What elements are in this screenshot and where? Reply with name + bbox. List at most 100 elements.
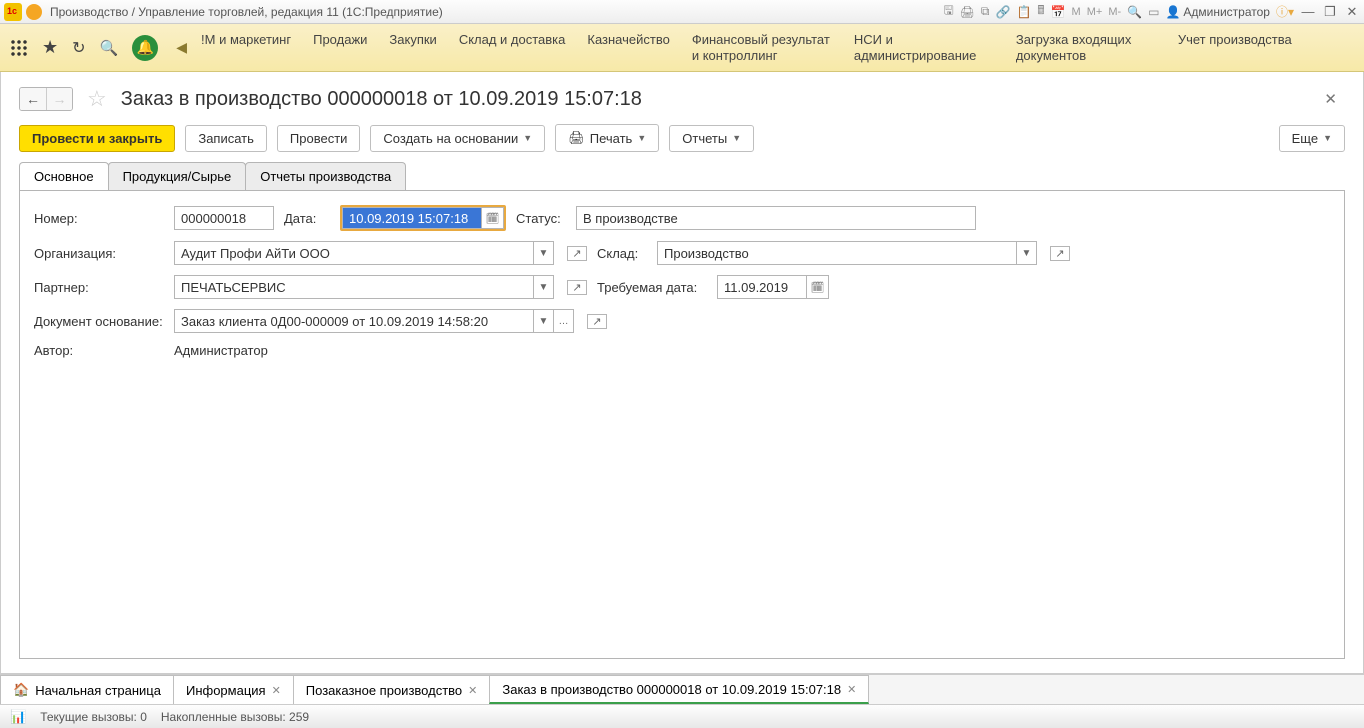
search-icon[interactable]: 🔍 (100, 39, 119, 57)
create-based-button[interactable]: Создать на основании▼ (370, 125, 545, 152)
window-tab-label: Начальная страница (35, 683, 161, 698)
close-tab-icon[interactable]: ✕ (468, 684, 477, 697)
window-tab-info[interactable]: Информация ✕ (173, 675, 294, 704)
menu-sales[interactable]: Продажи (313, 32, 367, 48)
nav-back-button[interactable]: ← (20, 88, 46, 110)
close-window-button[interactable]: ✕ (1344, 4, 1360, 20)
author-value: Администратор (174, 343, 268, 358)
tab-products[interactable]: Продукция/Сырье (108, 162, 247, 190)
reports-button[interactable]: Отчеты▼ (669, 125, 754, 152)
form-tabs: Основное Продукция/Сырье Отчеты производ… (1, 162, 1363, 190)
warehouse-input[interactable] (657, 241, 1017, 265)
calendar-icon[interactable]: 📅 (1051, 5, 1066, 19)
reqdate-calendar-icon[interactable]: 🗓 (807, 275, 829, 299)
nav-buttons: ← → (19, 87, 73, 111)
info-icon[interactable]: ⓘ▾ (1276, 3, 1294, 20)
user-name: Администратор (1183, 5, 1270, 19)
author-label: Автор: (34, 343, 164, 358)
history-icon[interactable]: ↻ (72, 38, 85, 58)
favorites-icon[interactable]: ★ (42, 37, 58, 58)
close-tab-icon[interactable]: ✕ (272, 684, 281, 697)
calendar-picker-icon[interactable]: 🗓 (482, 207, 504, 229)
print-icon[interactable]: 🖨 (960, 5, 975, 19)
partner-open-icon[interactable]: ↗ (567, 280, 587, 295)
menu-crm[interactable]: !М и маркетинг (201, 32, 291, 48)
org-dropdown-icon[interactable]: ▼ (534, 241, 554, 265)
tab-prod-reports[interactable]: Отчеты производства (245, 162, 406, 190)
document-toolbar: Провести и закрыть Записать Провести Соз… (1, 120, 1363, 162)
status-accum-calls: Накопленные вызовы: 259 (161, 710, 309, 724)
menu-treasury[interactable]: Казначейство (587, 32, 669, 48)
partner-input[interactable] (174, 275, 534, 299)
warehouse-label: Склад: (597, 246, 647, 261)
printer-icon: 🖨 (568, 130, 585, 146)
nav-back-icon[interactable] (26, 4, 42, 20)
basis-input[interactable] (174, 309, 534, 333)
reports-label: Отчеты (682, 131, 727, 146)
zoom-icon[interactable]: 🔍 (1127, 5, 1142, 19)
form-panel: Номер: Дата: 🗓 Статус: Организация: ▼ ↗ … (19, 190, 1345, 659)
date-label: Дата: (284, 211, 330, 226)
maximize-button[interactable]: ❐ (1322, 4, 1338, 20)
perf-icon: 📊 (10, 709, 26, 725)
page-title: Заказ в производство 000000018 от 10.09.… (121, 88, 642, 111)
window-tab-home[interactable]: 🏠Начальная страница (0, 675, 174, 704)
link-icon[interactable]: 🔗 (995, 5, 1010, 19)
favorite-toggle-icon[interactable]: ☆ (87, 86, 107, 112)
apps-grid-icon[interactable] (10, 39, 28, 57)
post-button[interactable]: Провести (277, 125, 361, 152)
tab-main[interactable]: Основное (19, 162, 109, 190)
menu-production[interactable]: Учет производства (1178, 32, 1292, 48)
user-indicator[interactable]: 👤 Администратор (1165, 5, 1270, 19)
title-toolbar: 🖫 🖨 ⧉ 🔗 📋 🖩 📅 M M+ M- 🔍 ▭ 👤 Администрато… (943, 1, 1360, 22)
post-and-close-button[interactable]: Провести и закрыть (19, 125, 175, 152)
window-tab-label: Информация (186, 683, 266, 698)
close-tab-icon[interactable]: ✕ (847, 683, 856, 696)
menu-purchases[interactable]: Закупки (389, 32, 436, 48)
org-label: Организация: (34, 246, 164, 261)
window-tab-label: Позаказное производство (306, 683, 462, 698)
reqdate-input[interactable] (717, 275, 807, 299)
org-open-icon[interactable]: ↗ (567, 246, 587, 261)
calc-icon[interactable]: 🖩 (1037, 1, 1044, 22)
save-icon[interactable]: 🖫 (943, 1, 953, 22)
warehouse-dropdown-icon[interactable]: ▼ (1017, 241, 1037, 265)
collapse-menu-icon[interactable]: ◀ (176, 39, 187, 56)
status-current-calls: Текущие вызовы: 0 (40, 710, 147, 724)
minimize-button[interactable]: — (1300, 4, 1316, 19)
m-button[interactable]: M (1072, 6, 1081, 18)
basis-dropdown-icon[interactable]: ▼ (534, 309, 554, 333)
menu-incoming-docs[interactable]: Загрузка входящих документов (1016, 32, 1156, 63)
status-input[interactable] (576, 206, 976, 230)
compare-icon[interactable]: ⧉ (981, 4, 990, 19)
menu-warehouse[interactable]: Склад и доставка (459, 32, 566, 48)
window-tab-production[interactable]: Позаказное производство ✕ (293, 675, 491, 704)
date-field: 🗓 (340, 205, 506, 231)
basis-more-icon[interactable]: … (554, 309, 574, 333)
menu-finresult[interactable]: Финансовый результат и контроллинг (692, 32, 832, 63)
m-minus-button[interactable]: M- (1108, 6, 1121, 18)
partner-label: Партнер: (34, 280, 164, 295)
notifications-icon[interactable]: 🔔 (132, 35, 158, 61)
m-plus-button[interactable]: M+ (1087, 6, 1103, 18)
clipboard-icon[interactable]: 📋 (1016, 5, 1031, 19)
reqdate-label: Требуемая дата: (597, 280, 707, 295)
window-tab-order[interactable]: Заказ в производство 000000018 от 10.09.… (489, 675, 869, 704)
save-button[interactable]: Записать (185, 125, 267, 152)
content-area: ← → ☆ Заказ в производство 000000018 от … (0, 72, 1364, 674)
more-button[interactable]: Еще▼ (1279, 125, 1345, 152)
number-input[interactable] (174, 206, 274, 230)
panels-icon[interactable]: ▭ (1148, 5, 1159, 19)
print-button[interactable]: 🖨Печать▼ (555, 124, 659, 152)
org-input[interactable] (174, 241, 534, 265)
close-page-button[interactable]: ✕ (1324, 90, 1337, 108)
app-1c-icon (4, 3, 22, 21)
partner-dropdown-icon[interactable]: ▼ (534, 275, 554, 299)
date-input[interactable] (342, 207, 482, 229)
nav-forward-button[interactable]: → (46, 88, 72, 110)
menu-nsi[interactable]: НСИ и администрирование (854, 32, 994, 63)
basis-open-icon[interactable]: ↗ (587, 314, 607, 329)
window-title-bar: Производство / Управление торговлей, ред… (0, 0, 1364, 24)
window-tabs: 🏠Начальная страница Информация ✕ Позаказн… (0, 674, 1364, 704)
warehouse-open-icon[interactable]: ↗ (1050, 246, 1070, 261)
